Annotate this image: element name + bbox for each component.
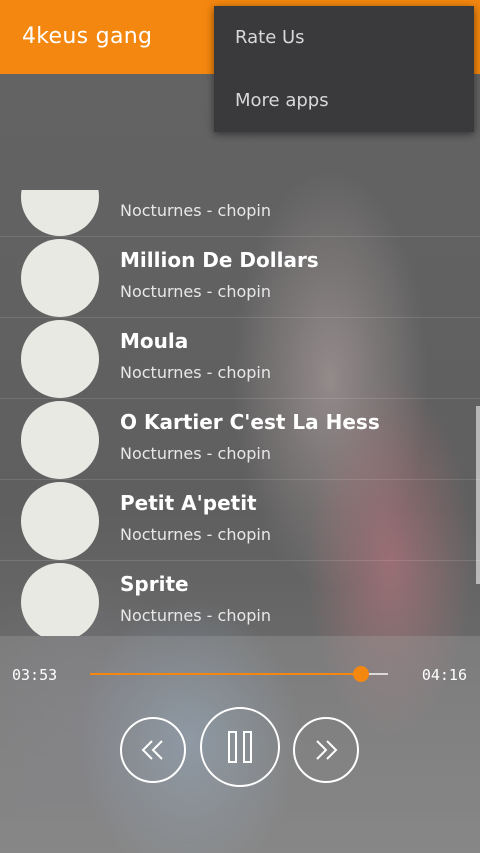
album-art (21, 482, 99, 560)
list-item[interactable]: Moula Nocturnes - chopin (0, 317, 480, 399)
fast-forward-button[interactable] (293, 717, 359, 783)
song-artist: Nocturnes - chopin (120, 282, 271, 301)
seek-bar[interactable] (90, 666, 388, 682)
song-title: Moula (120, 329, 189, 353)
list-item[interactable]: Sprite Nocturnes - chopin (0, 560, 480, 636)
app-title: 4keus gang (22, 24, 153, 49)
rewind-button[interactable] (120, 717, 186, 783)
list-scrollbar[interactable] (476, 406, 480, 584)
rewind-icon (141, 740, 163, 760)
fast-forward-icon (316, 740, 338, 760)
seek-bar-progress (90, 673, 362, 675)
menu-item-rate-us[interactable]: Rate Us (214, 6, 474, 69)
song-artist: Nocturnes - chopin (120, 525, 271, 544)
album-art (21, 401, 99, 479)
song-artist: Nocturnes - chopin (120, 201, 271, 220)
album-art (21, 239, 99, 317)
song-artist: Nocturnes - chopin (120, 444, 271, 463)
song-title: Million De Dollars (120, 248, 319, 272)
album-art (21, 563, 99, 636)
pause-icon (228, 731, 252, 763)
pause-button[interactable] (200, 707, 280, 787)
song-list[interactable]: Nocturnes - chopin Million De Dollars No… (0, 190, 480, 636)
song-artist: Nocturnes - chopin (120, 606, 271, 625)
overflow-menu: Rate Us More apps (214, 6, 474, 132)
player-controls: 03:53 04:16 (0, 636, 480, 853)
album-art (21, 320, 99, 398)
total-time: 04:16 (421, 666, 467, 684)
song-title: Petit A'petit (120, 491, 257, 515)
album-art (21, 190, 99, 236)
seek-bar-thumb[interactable] (353, 666, 370, 682)
list-item[interactable]: Million De Dollars Nocturnes - chopin (0, 236, 480, 318)
song-title: O Kartier C'est La Hess (120, 410, 380, 434)
song-artist: Nocturnes - chopin (120, 363, 271, 382)
menu-item-more-apps[interactable]: More apps (214, 69, 474, 132)
list-item[interactable]: O Kartier C'est La Hess Nocturnes - chop… (0, 398, 480, 480)
current-time: 03:53 (12, 666, 58, 684)
song-title: Sprite (120, 572, 189, 596)
list-item[interactable]: Nocturnes - chopin (0, 190, 480, 237)
list-item[interactable]: Petit A'petit Nocturnes - chopin (0, 479, 480, 561)
